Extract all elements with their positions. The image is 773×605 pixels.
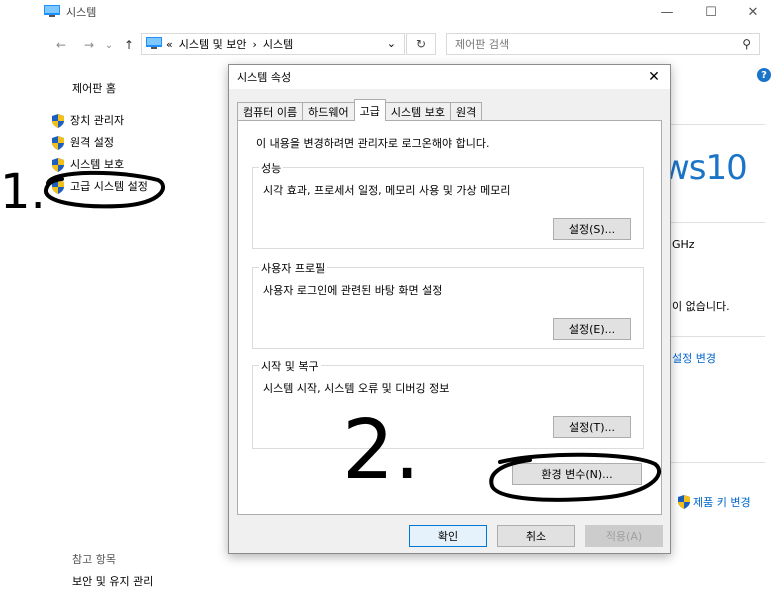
security-maintenance-link[interactable]: 보안 및 유지 관리	[72, 573, 153, 589]
forward-button[interactable]: →	[80, 34, 98, 56]
breadcrumb-system-security[interactable]: 시스템 및 보안	[179, 36, 247, 52]
search-icon[interactable]: ⚲	[742, 37, 751, 51]
user-profile-group: 사용자 프로필 사용자 로그인에 관련된 바탕 화면 설정 설정(E)...	[252, 260, 644, 349]
startup-recovery-desc: 시스템 시작, 시스템 오류 및 디버깅 정보	[263, 382, 450, 395]
annotation-step2-label: 2.	[342, 403, 421, 498]
startup-recovery-group: 시작 및 복구 시스템 시작, 시스템 오류 및 디버깅 정보 설정(T)...	[252, 358, 644, 449]
dialog-close-button[interactable]: ✕	[644, 67, 664, 87]
sidebar-item-label: 고급 시스템 설정	[70, 180, 148, 193]
sidebar-item-label: 원격 설정	[70, 136, 114, 149]
back-button[interactable]: ←	[52, 34, 70, 56]
breadcrumb-system[interactable]: 시스템	[263, 36, 293, 52]
tab-system-protection[interactable]: 시스템 보호	[384, 102, 451, 121]
sidebar-item-label: 장치 관리자	[70, 114, 125, 127]
shield-icon	[52, 180, 64, 194]
system-window-icon	[44, 4, 60, 20]
change-product-key-link[interactable]: 제품 키 변경	[678, 494, 751, 510]
startup-recovery-label: 시작 및 복구	[259, 358, 321, 374]
apply-button[interactable]: 적용(A)	[585, 525, 663, 547]
divider	[671, 336, 765, 337]
see-also-heading: 참고 항목	[72, 553, 116, 566]
user-profile-settings-button[interactable]: 설정(E)...	[553, 318, 631, 340]
search-placeholder: 제어판 검색	[455, 38, 510, 51]
sidebar-item-remote-settings[interactable]: 원격 설정	[52, 134, 114, 150]
divider	[671, 462, 765, 463]
divider	[671, 222, 765, 223]
sidebar-item-advanced-system-settings[interactable]: 고급 시스템 설정	[52, 178, 148, 194]
up-button[interactable]: ↑	[120, 34, 138, 56]
dialog-title: 시스템 속성	[237, 71, 292, 84]
shield-icon	[52, 136, 64, 150]
ok-button[interactable]: 확인	[409, 525, 487, 547]
dialog-title-bar: 시스템 속성 ✕	[229, 65, 670, 89]
control-panel-home-link[interactable]: 제어판 홈	[72, 80, 116, 96]
maximize-button[interactable]: ☐	[696, 2, 726, 22]
sidebar-item-system-protection[interactable]: 시스템 보호	[52, 156, 124, 172]
performance-desc: 시각 효과, 프로세서 일정, 메모리 사용 및 가상 메모리	[263, 184, 511, 197]
startup-recovery-settings-button[interactable]: 설정(T)...	[553, 416, 631, 438]
windows10-logo: ws10	[662, 148, 748, 188]
pen-touch-info-fragment: 이 없습니다.	[672, 300, 730, 313]
help-icon[interactable]: ?	[757, 68, 771, 82]
environment-variables-button[interactable]: 환경 변수(N)...	[512, 463, 642, 485]
recent-locations-dropdown[interactable]: ⌄	[100, 34, 118, 56]
breadcrumb-separator: ›	[252, 37, 257, 51]
window-close-button[interactable]: ✕	[738, 2, 768, 22]
refresh-button[interactable]: ↻	[406, 33, 436, 55]
advanced-tab-panel: 이 내용을 변경하려면 관리자로 로그온해야 합니다. 성능 시각 효과, 프로…	[237, 120, 662, 515]
divider	[671, 124, 765, 125]
breadcrumb-overflow[interactable]: «	[166, 38, 173, 51]
user-profile-desc: 사용자 로그인에 관련된 바탕 화면 설정	[263, 284, 443, 297]
annotation-step1-label: 1.	[0, 164, 46, 220]
search-input[interactable]: 제어판 검색 ⚲	[446, 33, 760, 55]
cancel-button[interactable]: 취소	[497, 525, 575, 547]
window-title-bar: 시스템	[44, 4, 96, 20]
shield-icon	[678, 495, 690, 509]
product-key-label: 제품 키 변경	[693, 496, 751, 509]
performance-settings-button[interactable]: 설정(S)...	[553, 218, 631, 240]
control-panel-icon	[146, 36, 162, 52]
window-title: 시스템	[66, 6, 97, 19]
performance-group: 성능 시각 효과, 프로세서 일정, 메모리 사용 및 가상 메모리 설정(S)…	[252, 160, 644, 249]
sidebar-item-device-manager[interactable]: 장치 관리자	[52, 112, 124, 128]
minimize-button[interactable]: —	[652, 2, 682, 22]
tab-advanced[interactable]: 고급	[353, 99, 386, 121]
dialog-tab-strip: 컴퓨터 이름 하드웨어 고급 시스템 보호 원격	[237, 99, 483, 121]
admin-note: 이 내용을 변경하려면 관리자로 로그온해야 합니다.	[256, 137, 490, 150]
system-properties-dialog: 시스템 속성 ✕ 컴퓨터 이름 하드웨어 고급 시스템 보호 원격 이 내용을 …	[228, 64, 671, 554]
address-bar[interactable]: « 시스템 및 보안 › 시스템 ⌄	[141, 33, 405, 55]
sidebar-item-label: 시스템 보호	[70, 158, 125, 171]
user-profile-label: 사용자 프로필	[259, 260, 328, 276]
tab-remote[interactable]: 원격	[449, 102, 483, 121]
performance-label: 성능	[259, 160, 284, 176]
shield-icon	[52, 114, 64, 128]
change-settings-link[interactable]: 설정 변경	[672, 350, 716, 366]
tab-computer-name[interactable]: 컴퓨터 이름	[237, 102, 304, 121]
address-dropdown-icon[interactable]: ⌄	[387, 37, 396, 50]
processor-info-fragment: GHz	[672, 238, 695, 251]
shield-icon	[52, 158, 64, 172]
tab-hardware[interactable]: 하드웨어	[302, 102, 355, 121]
